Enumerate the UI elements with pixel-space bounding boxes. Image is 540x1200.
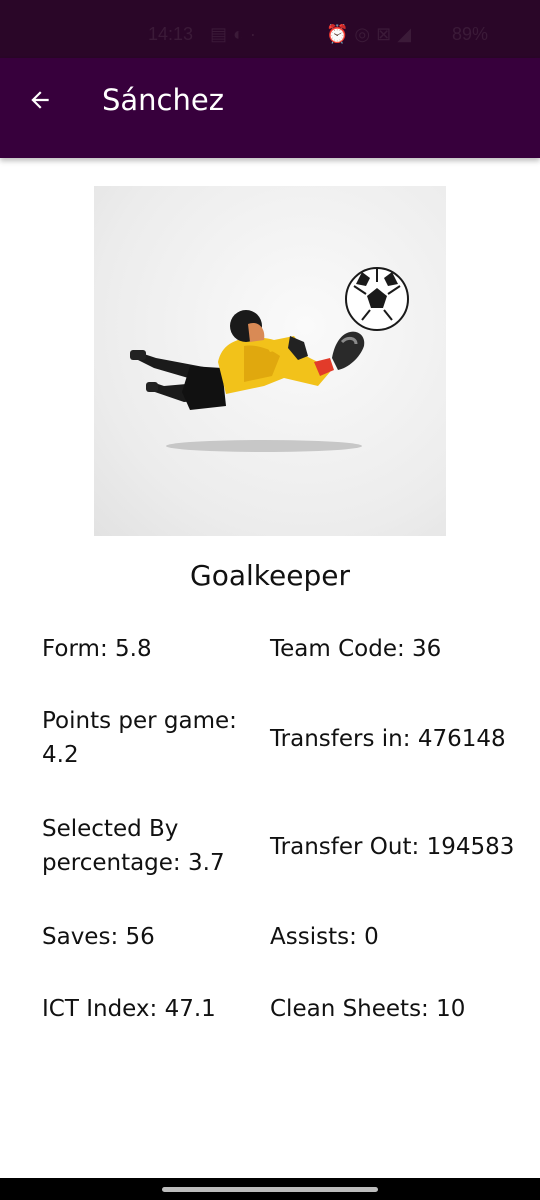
app-bar: Sánchez: [0, 58, 540, 158]
stat-selected-by: Selected By percentage: 3.7: [42, 812, 257, 880]
message-icon: ▤: [210, 24, 234, 44]
page-title: Sánchez: [102, 83, 224, 117]
stat-label: Clean Sheets:: [270, 996, 429, 1022]
status-bar: 14:13 ▤◐· ⏰◎⊠◢ 89%: [0, 0, 540, 58]
stat-transfer-out: Transfer Out: 194583: [270, 830, 530, 864]
status-time: 14:13: [148, 24, 194, 44]
stat-ict-index: ICT Index: 47.1: [42, 992, 257, 1026]
stat-value: 10: [436, 996, 466, 1022]
player-position: Goalkeeper: [190, 559, 350, 592]
notification-icons: ▤◐·: [210, 24, 262, 45]
arrow-left-icon: [31, 91, 49, 109]
signal-icon: ◢: [397, 24, 418, 44]
stat-value: 3.7: [188, 850, 225, 876]
alarm-icon: ⏰: [326, 24, 355, 44]
stat-value: 476148: [417, 726, 506, 752]
stat-value: 4.2: [42, 742, 79, 768]
stat-label: Selected By percentage:: [42, 816, 181, 876]
stat-value: 56: [125, 924, 155, 950]
goalkeeper-illustration: [130, 267, 409, 452]
stat-value: 0: [364, 924, 379, 950]
stat-label: ICT Index:: [42, 996, 158, 1022]
stat-label: Form:: [42, 636, 108, 662]
dot-icon: ·: [249, 24, 262, 44]
system-nav-bar: [0, 1178, 540, 1200]
stat-label: Transfers in:: [270, 726, 411, 752]
stat-label: Points per game:: [42, 708, 237, 734]
stat-label: Saves:: [42, 924, 119, 950]
vpn-icon: ⊠: [376, 24, 398, 44]
stat-points-per-game: Points per game: 4.2: [42, 704, 257, 772]
system-icons: ⏰◎⊠◢: [326, 24, 417, 45]
stat-value: 36: [412, 636, 442, 662]
hotspot-icon: ◎: [354, 24, 377, 44]
stat-team-code: Team Code: 36: [270, 632, 530, 666]
stat-label: Assists:: [270, 924, 357, 950]
stat-value: 194583: [426, 834, 515, 860]
stat-label: Team Code:: [270, 636, 405, 662]
stat-transfers-in: Transfers in: 476148: [270, 722, 530, 756]
back-button[interactable]: [18, 78, 62, 122]
battery-level: 89%: [452, 24, 489, 44]
stat-assists: Assists: 0: [270, 920, 530, 954]
stat-clean-sheets: Clean Sheets: 10: [270, 992, 530, 1026]
stat-form: Form: 5.8: [42, 632, 257, 666]
stat-label: Transfer Out:: [270, 834, 420, 860]
stat-value: 5.8: [115, 636, 152, 662]
home-gesture-handle[interactable]: [162, 1187, 378, 1192]
data-saver-icon: ◐: [233, 24, 250, 44]
player-image: [94, 186, 446, 536]
stat-saves: Saves: 56: [42, 920, 257, 954]
stat-value: 47.1: [164, 996, 216, 1022]
